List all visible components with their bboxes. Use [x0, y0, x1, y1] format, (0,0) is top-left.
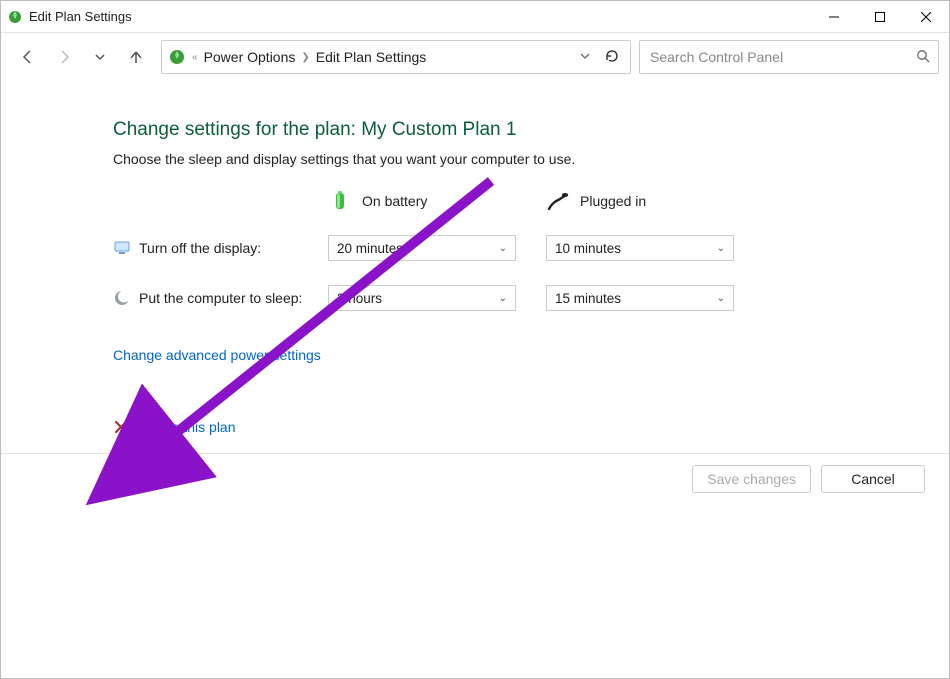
- setting-label-display: Turn off the display:: [113, 239, 328, 257]
- address-dropdown-button[interactable]: [576, 49, 594, 65]
- breadcrumb-current[interactable]: Edit Plan Settings: [316, 49, 427, 65]
- titlebar: Edit Plan Settings: [1, 1, 949, 33]
- setting-label-display-text: Turn off the display:: [139, 240, 261, 256]
- back-button[interactable]: [19, 48, 37, 66]
- column-on-battery: On battery: [328, 189, 528, 213]
- app-icon: [7, 9, 23, 25]
- monitor-icon: [113, 239, 131, 257]
- maximize-button[interactable]: [857, 1, 903, 33]
- up-button[interactable]: [127, 48, 145, 66]
- breadcrumb-root-chevron[interactable]: «: [192, 52, 198, 63]
- page-heading: Change settings for the plan: My Custom …: [113, 119, 909, 141]
- window-title: Edit Plan Settings: [29, 9, 132, 24]
- forward-button[interactable]: [55, 48, 73, 66]
- search-icon[interactable]: [916, 49, 930, 66]
- column-on-battery-label: On battery: [362, 193, 427, 209]
- column-plugged-in-label: Plugged in: [580, 193, 646, 209]
- footer: Save changes Cancel: [1, 454, 949, 504]
- cancel-button[interactable]: Cancel: [821, 465, 925, 493]
- setting-label-sleep-text: Put the computer to sleep:: [139, 290, 302, 306]
- chevron-down-icon: ⌄: [717, 243, 725, 254]
- address-bar[interactable]: « Power Options ❯ Edit Plan Settings: [161, 40, 631, 74]
- setting-row-display: Turn off the display: 20 minutes ⌄ 10 mi…: [113, 235, 909, 261]
- breadcrumb-parent[interactable]: Power Options: [204, 49, 296, 65]
- chevron-down-icon: ⌄: [499, 293, 507, 304]
- nav-row: « Power Options ❯ Edit Plan Settings: [1, 33, 949, 81]
- sleep-battery-value: 3 hours: [337, 291, 499, 306]
- setting-row-sleep: Put the computer to sleep: 3 hours ⌄ 15 …: [113, 285, 909, 311]
- advanced-settings-link[interactable]: Change advanced power settings: [113, 347, 321, 363]
- page-subheading: Choose the sleep and display settings th…: [113, 151, 909, 167]
- plug-icon: [546, 189, 570, 213]
- delete-icon: [113, 419, 129, 435]
- sleep-plugged-dropdown[interactable]: 15 minutes ⌄: [546, 285, 734, 311]
- chevron-down-icon: ⌄: [717, 293, 725, 304]
- display-battery-dropdown[interactable]: 20 minutes ⌄: [328, 235, 516, 261]
- minimize-button[interactable]: [811, 1, 857, 33]
- advanced-link-line: Change advanced power settings: [113, 347, 909, 363]
- battery-icon: [328, 189, 352, 213]
- search-input[interactable]: [648, 48, 916, 66]
- chevron-right-icon[interactable]: ❯: [301, 52, 309, 63]
- window: Edit Plan Settings «: [0, 0, 950, 679]
- sleep-battery-dropdown[interactable]: 3 hours ⌄: [328, 285, 516, 311]
- delete-plan-line: Delete this plan: [113, 419, 909, 435]
- search-box[interactable]: [639, 40, 939, 74]
- delete-plan-link[interactable]: Delete this plan: [139, 419, 236, 435]
- display-plugged-value: 10 minutes: [555, 241, 717, 256]
- column-headers: On battery Plugged in: [113, 189, 909, 213]
- nav-arrows: [11, 48, 153, 66]
- refresh-button[interactable]: [600, 48, 624, 67]
- setting-label-sleep: Put the computer to sleep:: [113, 289, 328, 307]
- moon-icon: [113, 289, 131, 307]
- close-button[interactable]: [903, 1, 949, 33]
- recent-dropdown-button[interactable]: [91, 48, 109, 66]
- breadcrumb: Power Options ❯ Edit Plan Settings: [204, 49, 570, 65]
- chevron-down-icon: ⌄: [499, 243, 507, 254]
- column-plugged-in: Plugged in: [546, 189, 746, 213]
- display-battery-value: 20 minutes: [337, 241, 499, 256]
- sleep-plugged-value: 15 minutes: [555, 291, 717, 306]
- display-plugged-dropdown[interactable]: 10 minutes ⌄: [546, 235, 734, 261]
- save-button[interactable]: Save changes: [692, 465, 811, 493]
- content: Change settings for the plan: My Custom …: [1, 81, 949, 678]
- address-icon: [168, 48, 186, 66]
